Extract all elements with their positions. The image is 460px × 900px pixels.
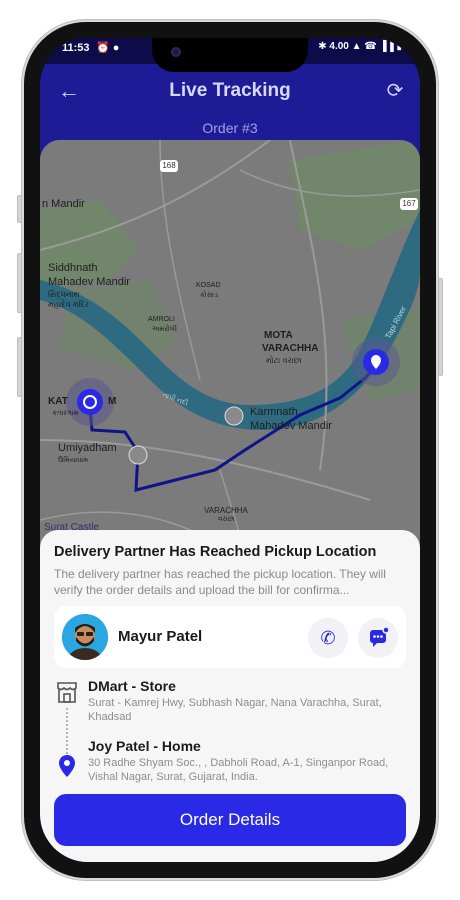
map-label: M	[108, 396, 117, 407]
app-header: ← Live Tracking ⟳ Order #3	[40, 64, 420, 144]
phone-icon: ✆	[320, 628, 336, 648]
map-label: ઉમિયાધામ	[58, 457, 89, 464]
page-title: Live Tracking	[169, 80, 291, 101]
store-icon	[56, 680, 78, 704]
map-label: Umiyadham	[58, 442, 117, 454]
side-button	[17, 253, 22, 313]
road-shield: 167	[402, 199, 416, 208]
chat-button[interactable]	[358, 618, 398, 658]
road-shield: 168	[162, 161, 176, 170]
map-label: MOTA	[264, 330, 293, 341]
drop-title: Joy Patel - Home	[88, 738, 201, 754]
route-connector	[66, 708, 68, 754]
status-title: Delivery Partner Has Reached Pickup Loca…	[54, 544, 377, 560]
map-label: Karmnath	[250, 406, 298, 418]
order-details-button[interactable]: Order Details	[54, 794, 406, 846]
map-label: VARACHHA	[204, 506, 248, 515]
map-label: અમરોલી	[152, 326, 177, 333]
map-label: કતારગામ	[52, 410, 79, 417]
pickup-address: Surat - Kamrej Hwy, Subhash Nagar, Nana …	[88, 697, 382, 723]
map-label: Siddhnath	[48, 262, 98, 274]
camera-icon	[171, 47, 181, 57]
refresh-icon: ⟳	[386, 80, 404, 102]
delivery-partner-card: Mayur Patel ✆	[54, 606, 406, 668]
status-time: 11:53	[62, 42, 90, 54]
map-label: કોસાડ	[200, 292, 218, 299]
chat-icon	[370, 626, 390, 647]
side-button	[17, 337, 22, 397]
side-button	[438, 278, 443, 376]
refresh-button[interactable]: ⟳	[382, 78, 408, 104]
map-label: KOSAD	[196, 282, 221, 289]
tracking-bottom-sheet: Delivery Partner Has Reached Pickup Loca…	[40, 530, 420, 862]
pickup-title: DMart - Store	[88, 678, 176, 694]
map-label: KAT	[48, 396, 68, 407]
map-label: Mahadev Mandir	[250, 420, 332, 432]
call-button[interactable]: ✆	[308, 618, 348, 658]
avatar	[62, 614, 108, 660]
map-label: n Mandir	[42, 198, 85, 210]
map-label: વરાછા	[218, 516, 235, 523]
side-button	[17, 195, 22, 223]
notification-icons: ⏰ ●	[96, 42, 120, 54]
location-pin-icon	[57, 754, 77, 778]
status-description: The delivery partner has reached the pic…	[54, 567, 386, 597]
drop-address: 30 Radhe Shyam Soc., , Dabholi Road, A-1…	[88, 757, 389, 783]
map-label: સિદ્ધનાથ	[48, 290, 80, 299]
map-label: મોટા વરાછા	[266, 356, 302, 365]
order-number: Order #3	[202, 120, 258, 136]
map-label: AMROLI	[148, 316, 175, 323]
partner-name: Mayur Patel	[118, 628, 203, 645]
system-icons: ✱ 4.00 ▲ ☎ ▐▐ ▮	[318, 41, 402, 52]
map-label: મહાદેવ મંદિર	[48, 300, 90, 309]
app-screen: ← Live Tracking ⟳ Order #3 n Mandir Sidd…	[40, 38, 420, 862]
map-label: Mahadev Mandir	[48, 276, 130, 288]
map-label: VARACHHA	[262, 343, 319, 354]
